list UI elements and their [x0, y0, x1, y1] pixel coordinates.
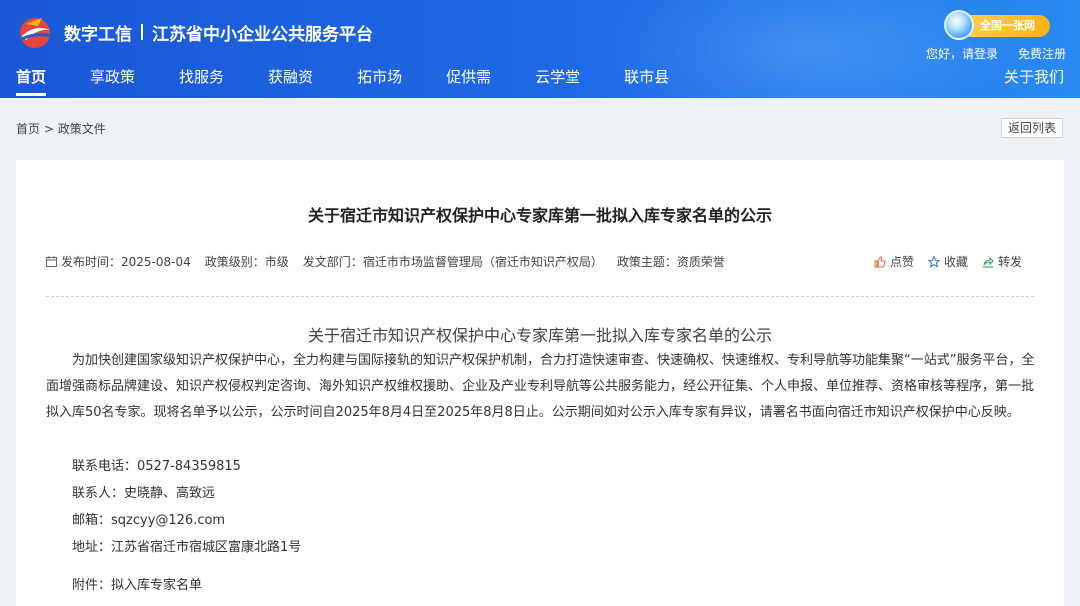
national-network-badge[interactable]: 全国一张网: [944, 10, 1050, 40]
topic-label: 政策主题：: [616, 255, 677, 269]
contact-phone: 联系电话：0527-84359815: [72, 459, 241, 474]
contact-email: 邮箱：sqzcyy@126.com: [72, 513, 226, 528]
register-link[interactable]: 免费注册: [1018, 45, 1066, 62]
contact-person: 联系人：史晓静、高致远: [72, 486, 216, 501]
article-actions: 点赞 收藏 转发: [874, 253, 1036, 270]
breadcrumb-bar: 首页 > 政策文件 返回列表: [0, 98, 1080, 160]
top-header: 数字工信 江苏省中小企业公共服务平台 首页 享政策 找服务 获融资 拓市场 促供…: [0, 0, 1080, 98]
favorite-button[interactable]: 收藏: [928, 253, 968, 270]
share-button[interactable]: 转发: [982, 253, 1022, 270]
level-label: 政策级别：: [204, 255, 265, 269]
breadcrumb: 首页 > 政策文件: [16, 120, 106, 137]
login-link[interactable]: 您好，请登录: [926, 45, 998, 62]
favorite-label: 收藏: [944, 255, 969, 269]
nav-home[interactable]: 首页: [16, 62, 47, 98]
publish-label: 发布时间：: [61, 255, 122, 269]
title-separator: [141, 24, 143, 40]
meta-topic: 政策主题： 资质荣誉: [617, 253, 725, 270]
back-to-list-button[interactable]: 返回列表: [1001, 118, 1063, 138]
meta-level: 政策级别： 市级: [205, 253, 289, 270]
breadcrumb-home[interactable]: 首页: [16, 122, 40, 136]
attachment-link[interactable]: 附件：拟入库专家名单: [72, 576, 202, 596]
nav-counties[interactable]: 联市县: [624, 62, 669, 98]
publish-date: 2025-08-04: [121, 254, 191, 269]
nav-market[interactable]: 拓市场: [357, 62, 402, 98]
globe-icon: [944, 10, 974, 40]
topic-value: 资质荣誉: [676, 255, 725, 269]
meta-dept: 发文部门： 宿迁市市场监督管理局（宿迁市知识产权局）: [303, 253, 603, 270]
brand-name: 数字工信: [64, 24, 132, 45]
nav-finance[interactable]: 获融资: [268, 62, 313, 98]
nav-service[interactable]: 找服务: [179, 62, 224, 98]
like-button[interactable]: 点赞: [874, 253, 914, 270]
body-paragraph: 为加快创建国家级知识产权保护中心，全力构建与国际接轨的知识产权保护机制，合力打造…: [46, 353, 1035, 420]
platform-logo-icon[interactable]: [16, 14, 54, 50]
like-label: 点赞: [890, 255, 915, 269]
user-links: 您好，请登录 免费注册: [926, 45, 1066, 62]
share-label: 转发: [998, 255, 1023, 269]
article-card: 关于宿迁市知识产权保护中心专家库第一批拟入库专家名单的公示 发布时间： 2025…: [16, 160, 1064, 606]
dept-value: 宿迁市市场监督管理局（宿迁市知识产权局）: [362, 255, 603, 269]
breadcrumb-current[interactable]: 政策文件: [58, 122, 106, 136]
star-icon: [928, 255, 941, 268]
badge-label: 全国一张网: [980, 19, 1035, 32]
nav-classroom[interactable]: 云学堂: [535, 62, 580, 98]
thumbs-up-icon: [874, 255, 886, 267]
meta-publish: 发布时间： 2025-08-04: [46, 253, 191, 270]
platform-name: 江苏省中小企业公共服务平台: [152, 24, 373, 45]
meta-divider: [46, 296, 1034, 297]
main-nav: 首页 享政策 找服务 获融资 拓市场 促供需 云学堂 联市县: [16, 62, 713, 98]
calendar-icon: [46, 256, 57, 267]
nav-policy[interactable]: 享政策: [90, 62, 135, 98]
share-icon: [983, 256, 994, 267]
dept-label: 发文部门：: [302, 255, 363, 269]
page-title: 关于宿迁市知识产权保护中心专家库第一批拟入库专家名单的公示: [307, 206, 772, 225]
site-title[interactable]: 数字工信 江苏省中小企业公共服务平台: [64, 20, 373, 45]
contact-address: 地址：江苏省宿迁市宿城区富康北路1号: [72, 540, 302, 555]
body-title: 关于宿迁市知识产权保护中心专家库第一批拟入库专家名单的公示: [307, 326, 772, 345]
nav-about[interactable]: 关于我们: [1004, 62, 1064, 92]
level-value: 市级: [264, 255, 289, 269]
nav-supply[interactable]: 促供需: [446, 62, 491, 98]
article-meta: 发布时间： 2025-08-04 政策级别： 市级 发文部门： 宿迁市市场监督管…: [46, 253, 739, 270]
breadcrumb-separator: >: [43, 122, 54, 136]
